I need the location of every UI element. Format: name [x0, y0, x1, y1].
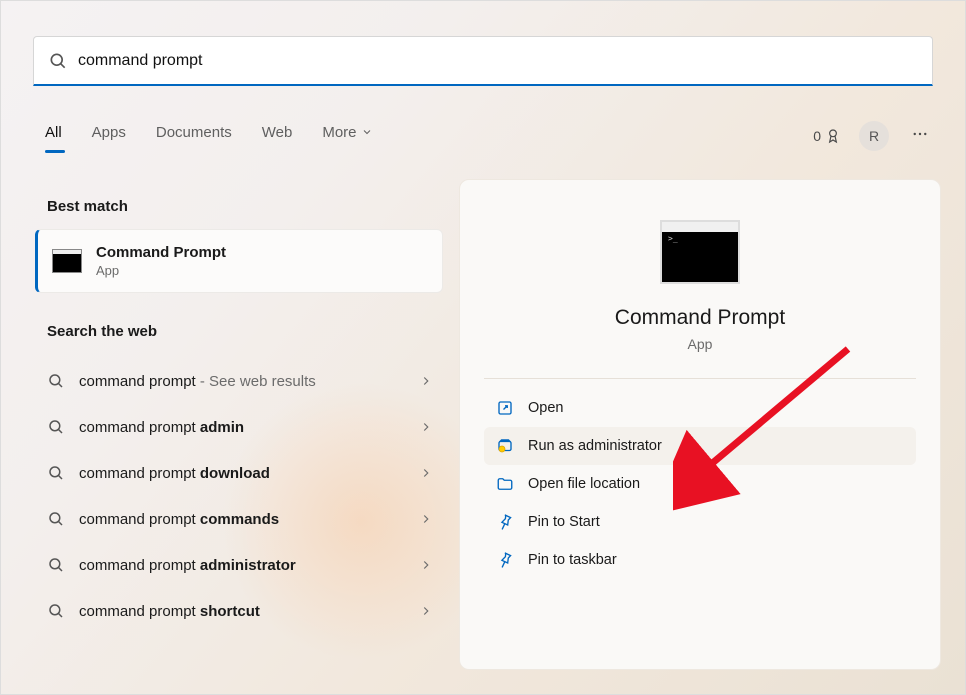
chevron-right-icon: [419, 374, 433, 388]
search-icon: [48, 51, 68, 71]
panel-subtitle: App: [484, 336, 916, 352]
web-result-item[interactable]: command prompt download: [35, 450, 443, 496]
chevron-right-icon: [419, 466, 433, 480]
run-as-administrator-action[interactable]: Run as administrator: [484, 427, 916, 465]
web-result-prefix: command prompt: [79, 603, 200, 620]
tab-apps[interactable]: Apps: [92, 124, 126, 149]
search-web-heading: Search the web: [35, 311, 443, 354]
open-file-location-label: Open file location: [528, 476, 640, 492]
web-result-prefix: command prompt: [79, 511, 200, 528]
search-icon: [47, 510, 65, 528]
rewards-points[interactable]: 0: [813, 128, 841, 144]
command-prompt-app-icon: [660, 220, 740, 284]
result-details-panel: Command Prompt App Open Run as administr…: [459, 179, 941, 670]
run-as-administrator-label: Run as administrator: [528, 438, 662, 454]
search-filter-tabs: All Apps Documents Web More 0 R: [45, 116, 933, 156]
web-result-item[interactable]: command prompt commands: [35, 496, 443, 542]
web-result-item[interactable]: command prompt - See web results: [35, 358, 443, 404]
web-result-bold: administrator: [200, 557, 296, 574]
best-match-heading: Best match: [35, 186, 443, 229]
pin-icon: [496, 513, 514, 531]
pin-icon: [496, 551, 514, 569]
more-options-button[interactable]: [907, 121, 933, 152]
divider: [484, 378, 916, 379]
web-result-bold: download: [200, 465, 270, 482]
web-result-prefix: command prompt: [79, 373, 196, 390]
ellipsis-icon: [911, 125, 929, 143]
rewards-count: 0: [813, 128, 821, 144]
command-prompt-icon: [52, 249, 82, 273]
web-result-prefix: command prompt: [79, 419, 200, 436]
open-icon: [496, 399, 514, 417]
web-results-list: command prompt - See web results command…: [35, 358, 443, 634]
search-icon: [47, 556, 65, 574]
web-result-item[interactable]: command prompt shortcut: [35, 588, 443, 634]
open-label: Open: [528, 400, 563, 416]
tab-more[interactable]: More: [322, 124, 372, 149]
web-result-prefix: command prompt: [79, 465, 200, 482]
folder-icon: [496, 475, 514, 493]
web-result-bold: shortcut: [200, 603, 260, 620]
best-match-title: Command Prompt: [96, 244, 226, 261]
pin-to-start-action[interactable]: Pin to Start: [484, 503, 916, 541]
search-icon: [47, 372, 65, 390]
open-action[interactable]: Open: [484, 389, 916, 427]
chevron-right-icon: [419, 558, 433, 572]
tab-documents[interactable]: Documents: [156, 124, 232, 149]
shield-admin-icon: [496, 437, 514, 455]
open-file-location-action[interactable]: Open file location: [484, 465, 916, 503]
pin-to-taskbar-action[interactable]: Pin to taskbar: [484, 541, 916, 579]
search-bar[interactable]: [33, 36, 933, 86]
search-input[interactable]: [68, 52, 918, 70]
tab-all[interactable]: All: [45, 124, 62, 149]
pin-to-taskbar-label: Pin to taskbar: [528, 552, 617, 568]
web-result-item[interactable]: command prompt admin: [35, 404, 443, 450]
best-match-result[interactable]: Command Prompt App: [35, 229, 443, 293]
web-result-item[interactable]: command prompt administrator: [35, 542, 443, 588]
best-match-subtitle: App: [96, 263, 226, 278]
search-icon: [47, 464, 65, 482]
web-result-suffix: - See web results: [196, 373, 316, 390]
search-icon: [47, 602, 65, 620]
chevron-right-icon: [419, 420, 433, 434]
user-avatar[interactable]: R: [859, 121, 889, 151]
panel-title: Command Prompt: [484, 306, 916, 330]
tab-more-label: More: [322, 124, 356, 141]
web-result-prefix: command prompt: [79, 557, 200, 574]
medal-icon: [825, 128, 841, 144]
chevron-down-icon: [361, 126, 373, 138]
chevron-right-icon: [419, 512, 433, 526]
chevron-right-icon: [419, 604, 433, 618]
search-icon: [47, 418, 65, 436]
tab-web[interactable]: Web: [262, 124, 293, 149]
pin-to-start-label: Pin to Start: [528, 514, 600, 530]
web-result-bold: commands: [200, 511, 279, 528]
web-result-bold: admin: [200, 419, 244, 436]
